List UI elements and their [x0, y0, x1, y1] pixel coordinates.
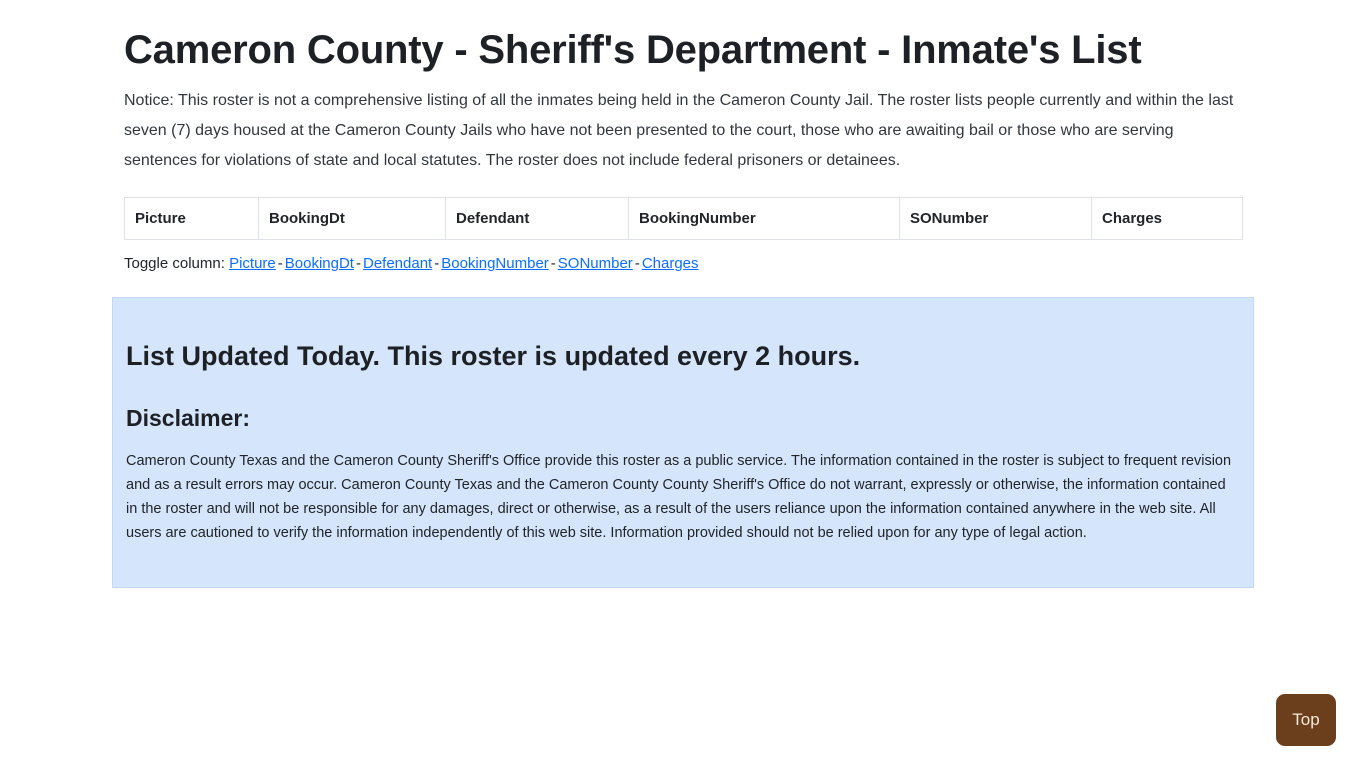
toggle-separator: - — [550, 255, 556, 272]
toggle-separator: - — [277, 255, 283, 272]
content-container: Cameron County - Sheriff's Department - … — [124, 0, 1243, 274]
column-header-bookingnumber[interactable]: BookingNumber — [628, 197, 900, 240]
alert-content: List Updated Today. This roster is updat… — [113, 298, 1253, 545]
column-header-charges[interactable]: Charges — [1091, 197, 1243, 240]
toggle-link-charges[interactable]: Charges — [642, 255, 699, 272]
disclaimer-body: Cameron County Texas and the Cameron Cou… — [126, 452, 1232, 541]
toggle-link-bookingdt[interactable]: BookingDt — [285, 255, 354, 272]
disclaimer-title: Disclaimer: — [126, 405, 251, 432]
column-header-sonumber[interactable]: SONumber — [899, 197, 1092, 240]
column-header-defendant[interactable]: Defendant — [445, 197, 629, 240]
column-header-picture[interactable]: Picture — [124, 197, 259, 240]
roster-table: Picture BookingDt Defendant BookingNumbe… — [124, 197, 1243, 240]
update-disclaimer-alert: List Updated Today. This roster is updat… — [112, 297, 1254, 588]
toggle-separator: - — [355, 255, 361, 272]
toggle-column-label: Toggle column: — [124, 255, 225, 272]
column-header-bookingdt[interactable]: BookingDt — [258, 197, 446, 240]
toggle-column-row: Toggle column: Picture - BookingDt - Defenda… — [124, 254, 1242, 274]
roster-table-head: Picture BookingDt Defendant BookingNumbe… — [124, 197, 1243, 240]
page-root: Cameron County - Sheriff's Department - … — [0, 0, 1366, 768]
notice-paragraph: Notice: This roster is not a comprehensi… — [124, 92, 1234, 169]
table-header-row: Picture BookingDt Defendant BookingNumbe… — [124, 197, 1243, 240]
toggle-link-sonumber[interactable]: SONumber — [558, 255, 633, 272]
toggle-link-picture[interactable]: Picture — [229, 255, 276, 272]
alert-heading: List Updated Today. This roster is updat… — [126, 341, 861, 371]
page-title: Cameron County - Sheriff's Department - … — [124, 28, 1142, 72]
toggle-separator: - — [634, 255, 640, 272]
scroll-to-top-button[interactable]: Top — [1276, 694, 1336, 746]
toggle-link-defendant[interactable]: Defendant — [363, 255, 432, 272]
toggle-link-bookingnumber[interactable]: BookingNumber — [441, 255, 549, 272]
toggle-separator: - — [434, 255, 440, 272]
roster-table-wrapper: Picture BookingDt Defendant BookingNumbe… — [124, 197, 1243, 240]
